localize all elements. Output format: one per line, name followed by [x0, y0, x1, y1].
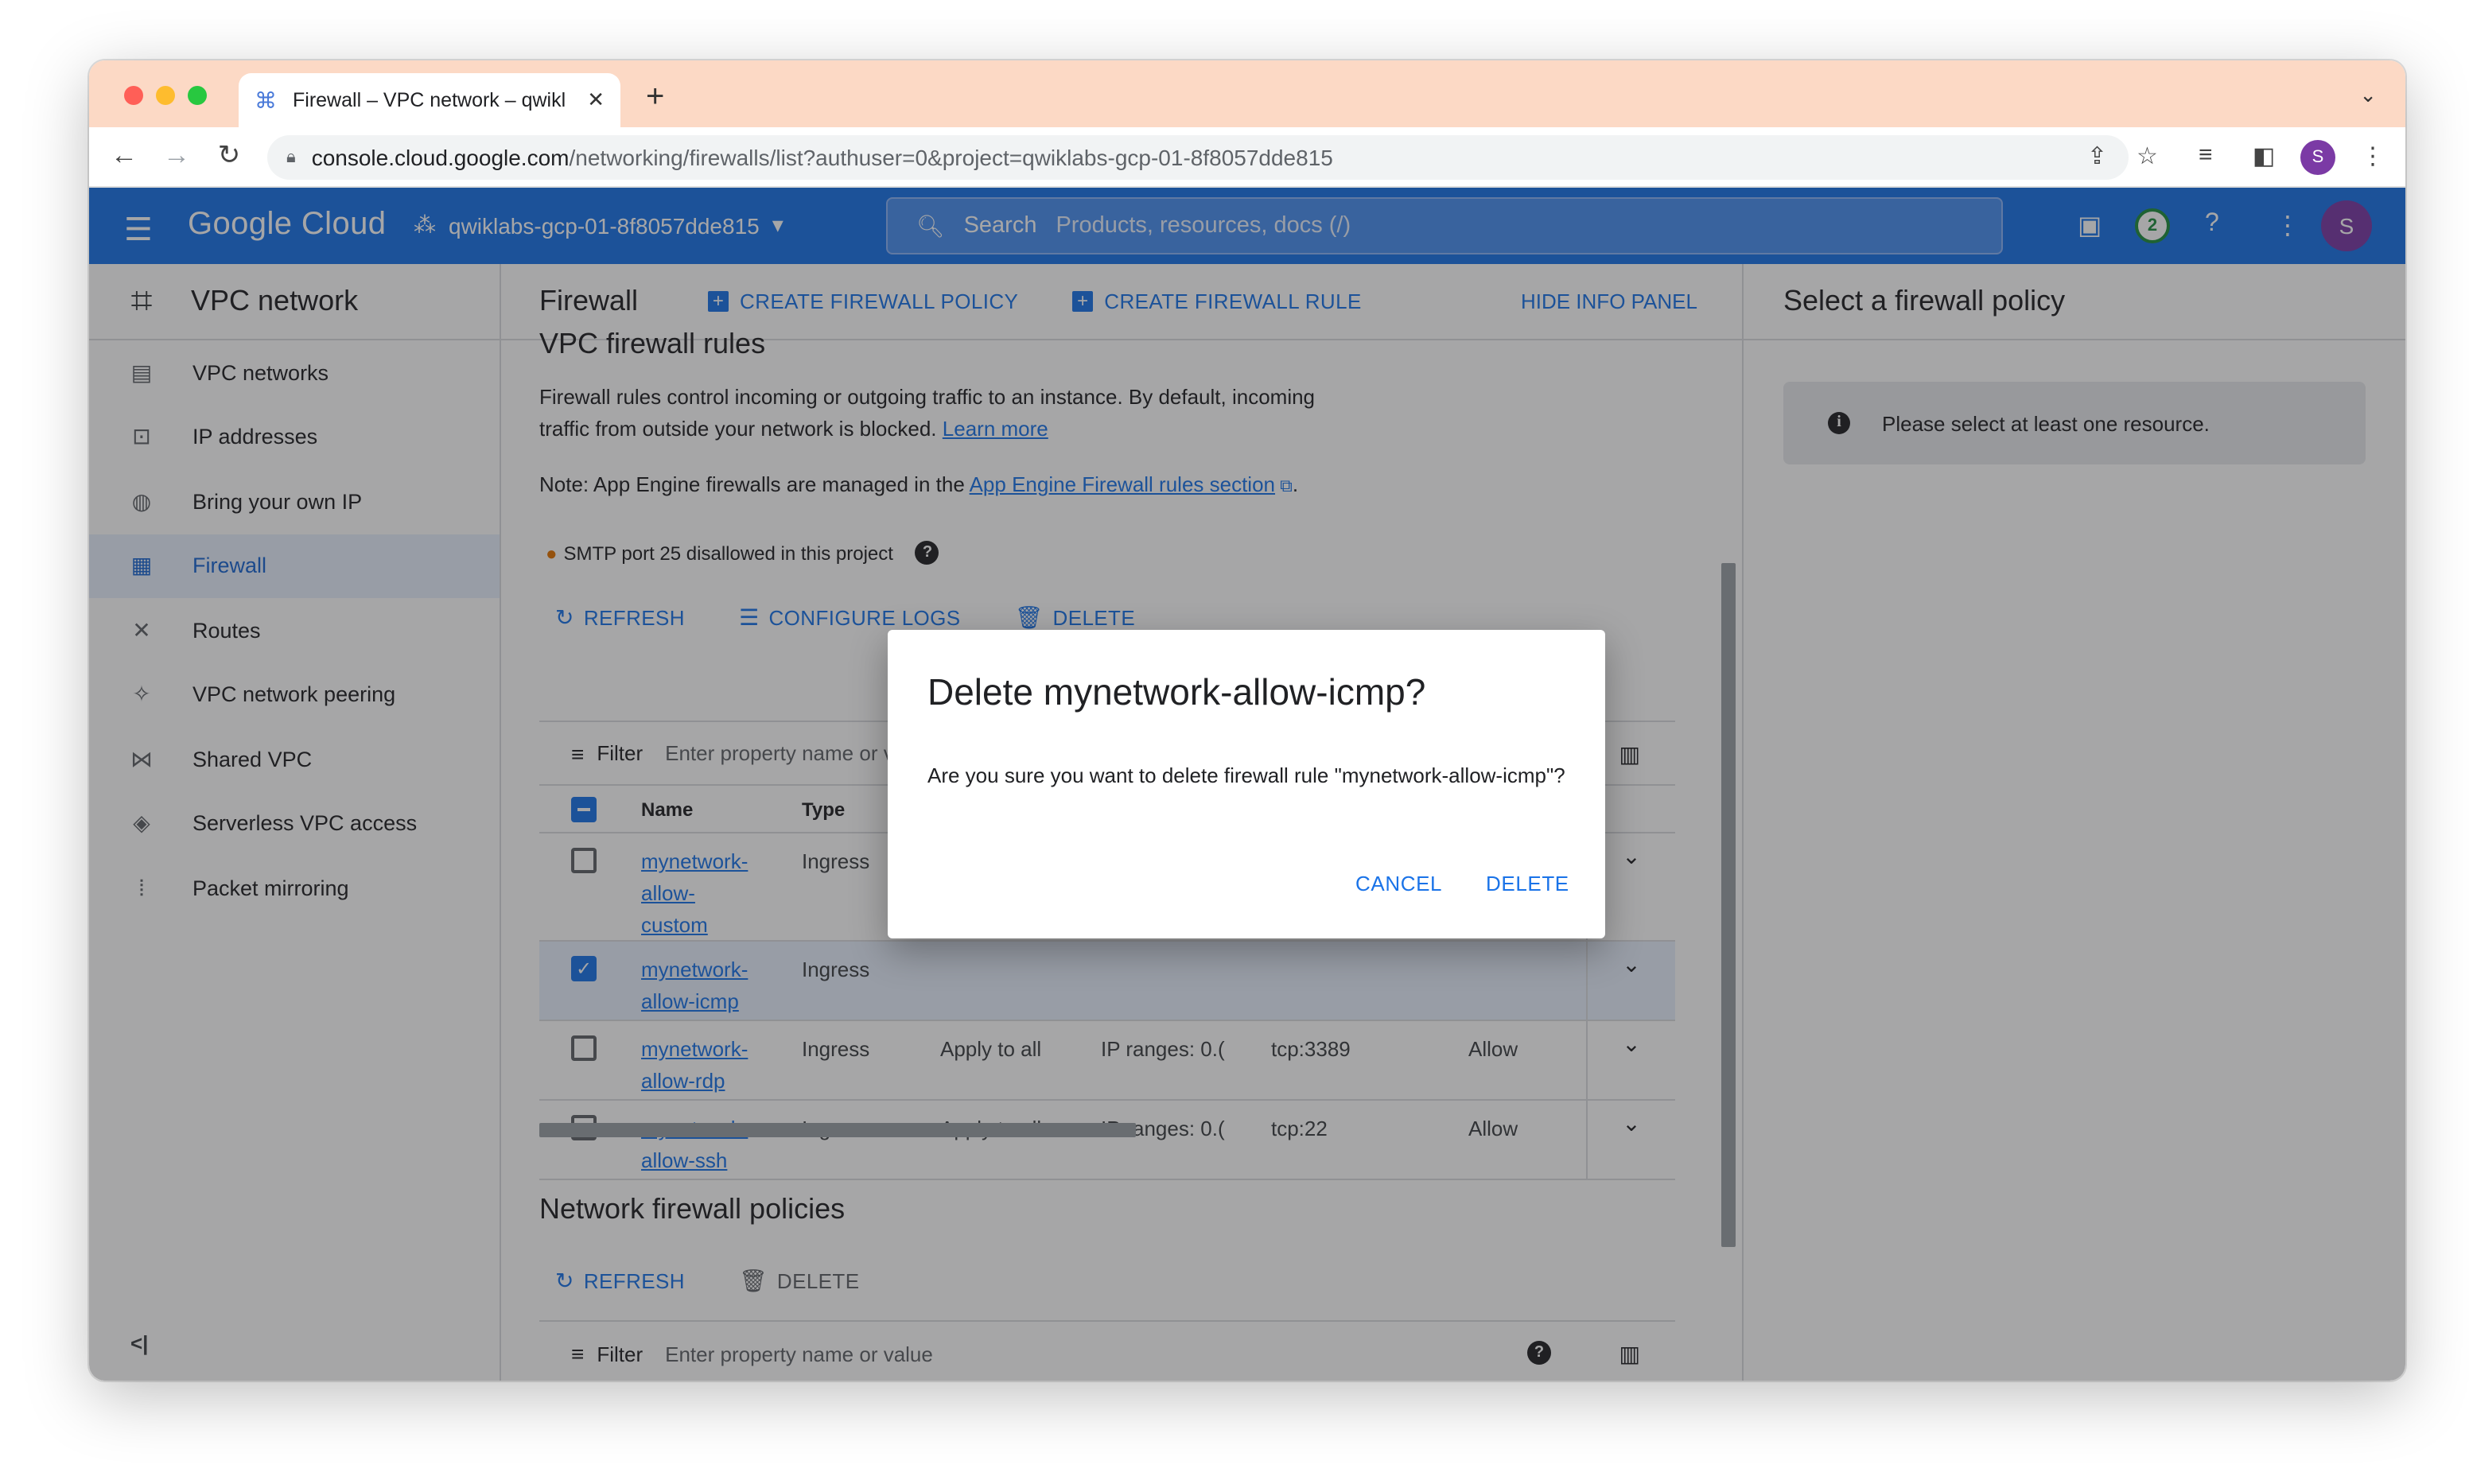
tab-title: Firewall – VPC network – qwikl	[293, 89, 566, 111]
reload-button[interactable]: ↻	[212, 140, 247, 172]
profile-avatar[interactable]: S	[2300, 140, 2335, 175]
address-bar[interactable]: 🔒︎ console.cloud.google.com/networking/f…	[267, 135, 2129, 180]
lock-icon: 🔒︎	[286, 147, 296, 166]
cancel-button[interactable]: CANCEL	[1355, 872, 1442, 895]
maximize-window-button[interactable]	[188, 86, 207, 105]
tab-search-icon[interactable]: ⌄	[2359, 83, 2377, 108]
window-controls	[124, 86, 207, 105]
tab-strip: ⌘ Firewall – VPC network – qwikl ✕ + ⌄	[89, 60, 2405, 127]
vpc-favicon-icon: ⌘	[255, 87, 277, 113]
new-tab-button[interactable]: +	[646, 80, 664, 116]
dialog-message: Are you sure you want to delete firewall…	[927, 763, 1565, 787]
browser-tab[interactable]: ⌘ Firewall – VPC network – qwikl ✕	[239, 73, 620, 127]
close-tab-icon[interactable]: ✕	[587, 87, 605, 113]
forward-button[interactable]: →	[159, 140, 194, 172]
back-button[interactable]: ←	[107, 140, 142, 172]
browser-menu-icon[interactable]: ⋮	[2361, 142, 2385, 170]
dialog-title: Delete mynetwork-allow-icmp?	[927, 671, 1426, 713]
side-panel-icon[interactable]: ◧	[2253, 142, 2275, 170]
minimize-window-button[interactable]	[156, 86, 175, 105]
url-path: /networking/firewalls/list?authuser=0&pr…	[569, 145, 1333, 170]
browser-toolbar: ← → ↻ 🔒︎ console.cloud.google.com/networ…	[89, 127, 2405, 188]
close-window-button[interactable]	[124, 86, 143, 105]
bookmark-star-icon[interactable]: ☆	[2137, 142, 2158, 170]
reading-list-icon[interactable]: ≡	[2199, 142, 2213, 169]
confirm-delete-button[interactable]: DELETE	[1486, 872, 1569, 895]
delete-confirmation-dialog: Delete mynetwork-allow-icmp? Are you sur…	[888, 630, 1605, 938]
url-domain: console.cloud.google.com	[311, 145, 570, 170]
share-icon[interactable]: ⇪	[2087, 142, 2107, 170]
browser-window: ⌘ Firewall – VPC network – qwikl ✕ + ⌄ ←…	[89, 60, 2405, 1381]
